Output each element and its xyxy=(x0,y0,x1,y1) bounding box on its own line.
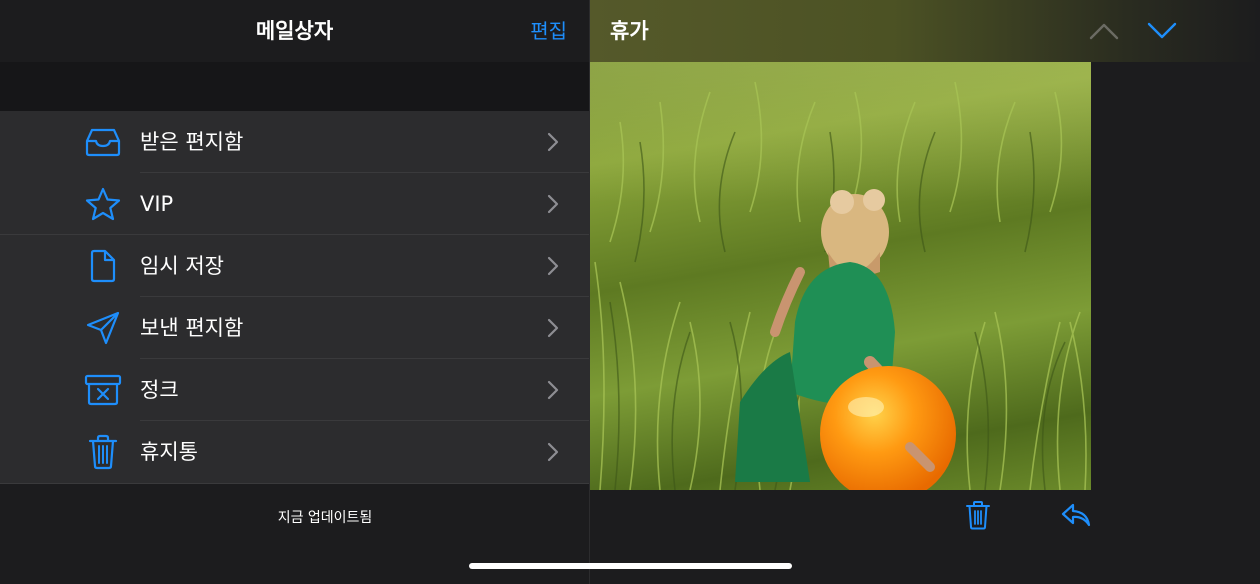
mailbox-label: 임시 저장 xyxy=(140,254,224,278)
chevron-up-icon[interactable] xyxy=(1088,20,1120,42)
junk-box-icon xyxy=(84,371,122,409)
message-view: 휴가 xyxy=(589,0,1260,584)
sidebar-title: 메일상자 xyxy=(255,19,334,43)
message-subject: 휴가 xyxy=(610,19,649,43)
mailbox-inbox[interactable]: 받은 편지함 xyxy=(0,111,589,173)
mailboxes-sidebar: 메일상자 편집 받은 편지함 VIP 임시 저장 보낸 편지함 정크 휴지통 지… xyxy=(0,0,589,584)
mailbox-vip[interactable]: VIP xyxy=(0,173,589,235)
trash-icon[interactable] xyxy=(965,500,991,530)
chevron-right-icon xyxy=(547,194,559,214)
sidebar-header: 메일상자 편집 xyxy=(0,0,589,62)
mailbox-drafts[interactable]: 임시 저장 xyxy=(0,235,589,297)
chevron-right-icon xyxy=(547,132,559,152)
star-icon xyxy=(84,185,122,223)
trash-icon xyxy=(84,433,122,471)
paper-plane-icon xyxy=(84,309,122,347)
update-status: 지금 업데이트됨 xyxy=(277,510,373,526)
chevron-right-icon xyxy=(547,380,559,400)
mailbox-label: 휴지통 xyxy=(140,440,198,464)
mailbox-trash[interactable]: 휴지통 xyxy=(0,421,589,483)
mailbox-sent[interactable]: 보낸 편지함 xyxy=(0,297,589,359)
list-divider xyxy=(0,483,589,484)
mailbox-label: 정크 xyxy=(140,378,179,402)
mailbox-list: 받은 편지함 VIP 임시 저장 보낸 편지함 정크 휴지통 xyxy=(0,111,589,483)
chevron-right-icon xyxy=(547,318,559,338)
chevron-down-icon[interactable] xyxy=(1146,20,1178,42)
edit-button[interactable]: 편집 xyxy=(530,0,567,62)
inbox-icon xyxy=(84,123,122,161)
home-indicator[interactable] xyxy=(469,563,792,569)
photo-margin xyxy=(1091,62,1260,490)
message-toolbar xyxy=(590,490,1260,584)
grass-photo-illustration xyxy=(590,62,1091,490)
chevron-right-icon xyxy=(547,442,559,462)
chevron-right-icon xyxy=(547,256,559,276)
reply-icon[interactable] xyxy=(1061,502,1091,528)
photo-attachment[interactable] xyxy=(590,62,1091,490)
mailbox-label: 보낸 편지함 xyxy=(140,316,244,340)
section-spacer xyxy=(0,62,589,111)
mailbox-label: 받은 편지함 xyxy=(140,130,244,154)
mailbox-label: VIP xyxy=(140,192,174,216)
message-header: 휴가 xyxy=(590,0,1260,62)
document-icon xyxy=(84,247,122,285)
mailbox-junk[interactable]: 정크 xyxy=(0,359,589,421)
